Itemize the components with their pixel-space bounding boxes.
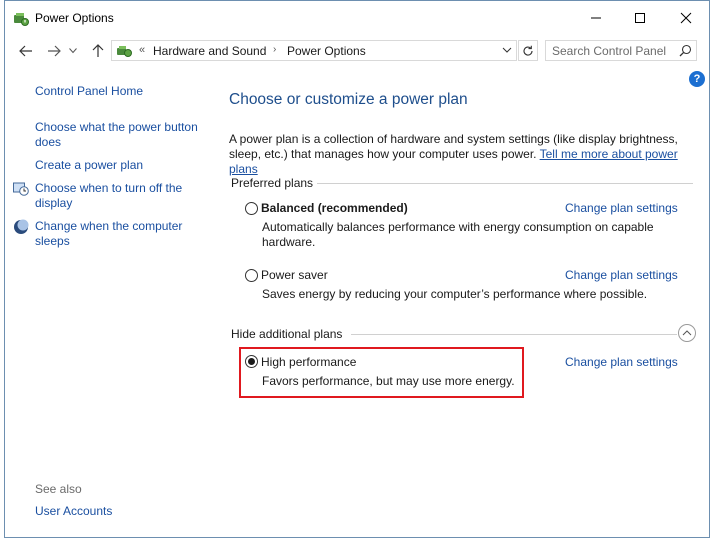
help-button[interactable]: ? <box>689 71 705 87</box>
see-also-label: See also <box>35 482 82 496</box>
chevron-down-icon <box>69 48 77 54</box>
divider <box>317 183 693 184</box>
divider <box>351 334 677 335</box>
balanced-plan-name[interactable]: Balanced (recommended) <box>261 201 408 215</box>
high-performance-plan-name[interactable]: High performance <box>261 355 356 369</box>
recent-locations-button[interactable] <box>67 41 79 61</box>
arrow-left-icon <box>19 45 32 57</box>
intro-text: A power plan is a collection of hardware… <box>229 132 681 177</box>
power-saver-radio[interactable] <box>245 269 258 282</box>
address-bar[interactable]: « Hardware and Sound › Power Options <box>111 40 517 61</box>
power-options-icon <box>14 13 29 26</box>
title-bar: Power Options <box>5 1 709 35</box>
preferred-plans-header: Preferred plans <box>231 176 320 190</box>
display-off-link[interactable]: Choose when to turn off the display <box>35 181 200 211</box>
up-button[interactable] <box>87 41 109 61</box>
forward-button[interactable] <box>43 41 65 61</box>
change-power-saver-settings-link[interactable]: Change plan settings <box>565 268 678 282</box>
address-dropdown-icon[interactable] <box>502 45 512 55</box>
refresh-button[interactable] <box>518 40 538 61</box>
close-button[interactable] <box>663 1 709 35</box>
refresh-icon <box>523 45 533 56</box>
balanced-plan-description: Automatically balances performance with … <box>262 220 654 249</box>
search-icon[interactable] <box>679 44 692 57</box>
maximize-icon <box>635 13 645 23</box>
high-performance-plan-description: Favors performance, but may use more ene… <box>262 374 515 388</box>
search-box[interactable] <box>545 40 697 61</box>
maximize-button[interactable] <box>617 1 663 35</box>
breadcrumb-hardware-and-sound[interactable]: Hardware and Sound <box>153 44 266 58</box>
create-power-plan-link[interactable]: Create a power plan <box>35 158 143 173</box>
user-accounts-link[interactable]: User Accounts <box>35 504 112 518</box>
power-saver-plan-name[interactable]: Power saver <box>261 268 328 282</box>
high-performance-radio[interactable] <box>245 355 258 368</box>
power-saver-plan-description: Saves energy by reducing your computer’s… <box>262 287 648 301</box>
control-panel-home-link[interactable]: Control Panel Home <box>35 84 143 99</box>
minimize-icon <box>591 17 601 19</box>
hide-additional-plans-header[interactable]: Hide additional plans <box>231 327 349 341</box>
chevron-up-icon <box>682 330 692 336</box>
control-panel-icon <box>117 46 132 57</box>
change-balanced-settings-link[interactable]: Change plan settings <box>565 201 678 215</box>
arrow-up-icon <box>92 44 104 57</box>
minimize-button[interactable] <box>573 1 619 35</box>
page-title: Choose or customize a power plan <box>229 91 468 108</box>
window-title: Power Options <box>35 11 114 25</box>
change-high-performance-settings-link[interactable]: Change plan settings <box>565 355 678 369</box>
display-timer-icon <box>13 182 29 196</box>
power-options-window: Power Options « Hardware and Sound › Pow… <box>4 0 710 538</box>
sleep-moon-icon <box>14 219 29 234</box>
chevron-right-icon[interactable]: › <box>273 44 276 55</box>
search-input[interactable] <box>552 43 672 58</box>
overflow-chevron-icon[interactable]: « <box>139 44 145 56</box>
close-icon <box>680 12 692 24</box>
balanced-radio[interactable] <box>245 202 258 215</box>
collapse-button[interactable] <box>678 324 696 342</box>
breadcrumb-power-options[interactable]: Power Options <box>287 44 366 58</box>
computer-sleep-link[interactable]: Change when the computer sleeps <box>35 219 200 249</box>
back-button[interactable] <box>15 41 37 61</box>
arrow-right-icon <box>48 45 61 57</box>
power-button-link[interactable]: Choose what the power button does <box>35 120 210 150</box>
